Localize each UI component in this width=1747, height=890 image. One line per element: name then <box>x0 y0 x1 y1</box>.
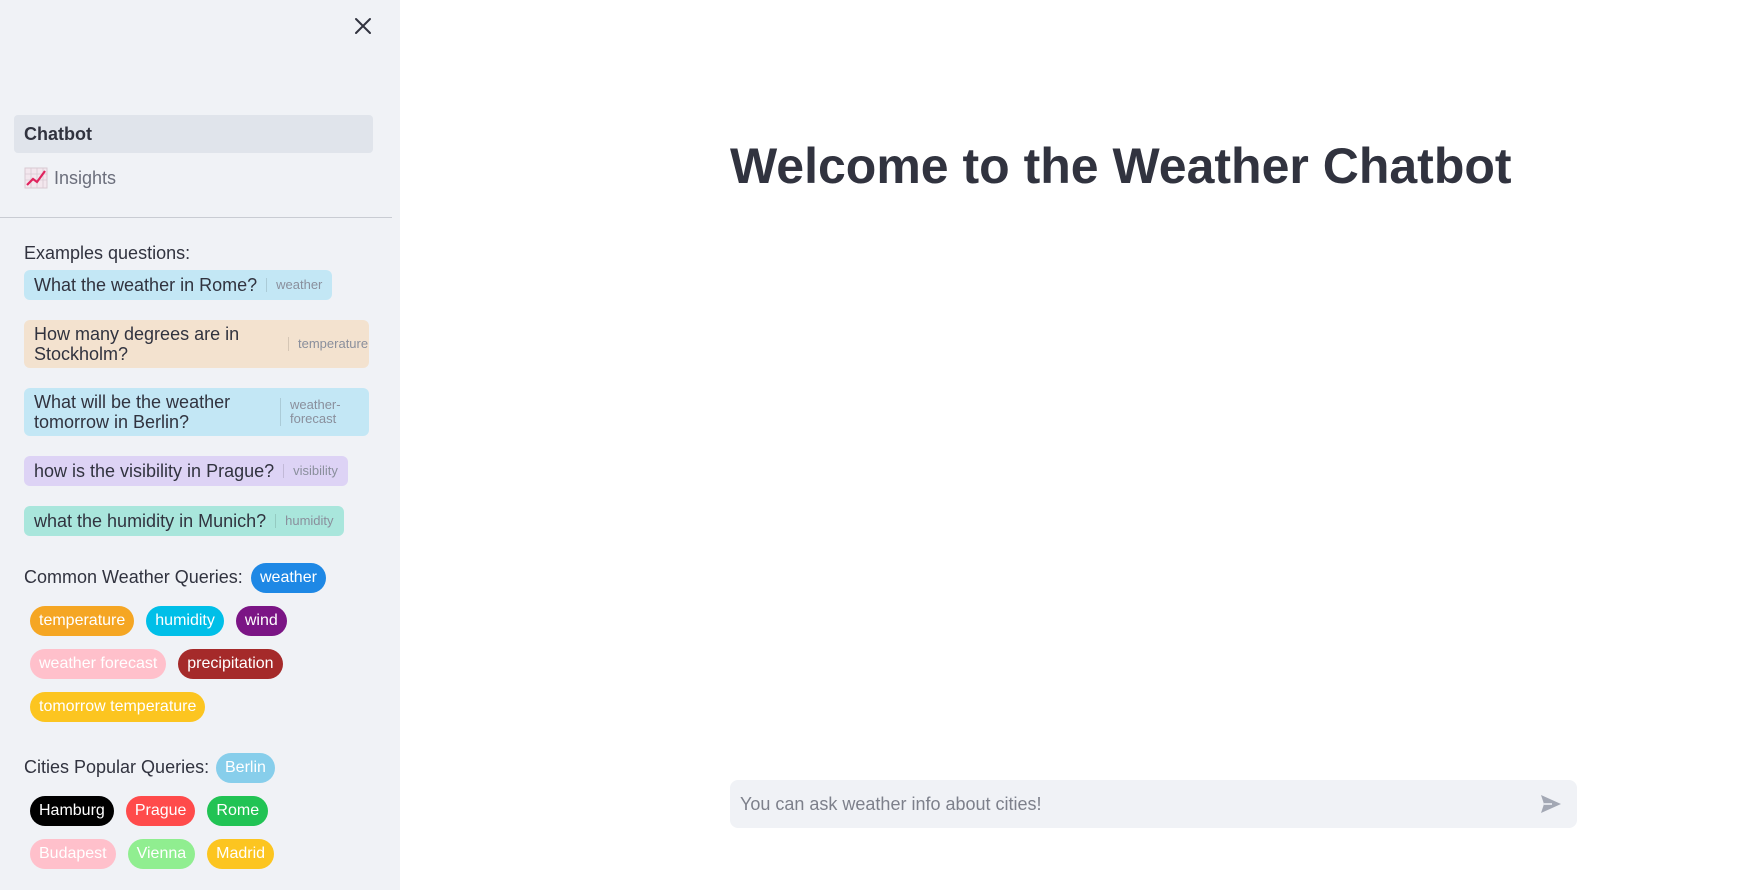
close-icon <box>355 18 371 34</box>
tag-madrid[interactable]: Madrid <box>207 839 275 869</box>
nav-item-chatbot[interactable]: Chatbot <box>14 115 373 153</box>
nav-item-insights[interactable]: Insights <box>14 159 373 197</box>
example-question-tag: visibility <box>283 464 338 478</box>
example-question-chip[interactable]: How many degrees are in Stockholm? tempe… <box>24 320 369 368</box>
city-tags-row: Budapest Vienna Madrid <box>30 839 275 869</box>
weather-queries-label: Common Weather Queries: <box>24 567 243 587</box>
tag-hamburg[interactable]: Hamburg <box>30 796 114 826</box>
example-question-text: How many degrees are in Stockholm? <box>34 324 240 364</box>
weather-tags-row: tomorrow temperature <box>30 692 206 722</box>
examples-label: Examples questions: <box>24 243 191 263</box>
tag-weather[interactable]: weather <box>251 563 326 593</box>
tag-wind[interactable]: wind <box>235 606 287 636</box>
example-question-text: What the weather in Rome? <box>34 275 258 295</box>
tag-berlin[interactable]: Berlin <box>216 753 275 783</box>
city-tags-row: Hamburg Prague Rome <box>30 796 269 826</box>
send-button[interactable] <box>1537 790 1565 818</box>
send-icon <box>1541 795 1561 813</box>
tag-temperature[interactable]: temperature <box>30 606 135 636</box>
tag-precipitation[interactable]: precipitation <box>178 649 283 679</box>
tag-humidity[interactable]: humidity <box>146 606 224 636</box>
tag-weather-forecast[interactable]: weather forecast <box>30 649 167 679</box>
chat-input-container <box>730 780 1577 828</box>
sidebar-divider <box>0 217 392 218</box>
tag-budapest[interactable]: Budapest <box>30 839 116 869</box>
weather-tags-row: temperature humidity wind <box>30 606 287 636</box>
page-title: Welcome to the Weather Chatbot <box>730 138 1512 194</box>
cities-queries-label: Cities Popular Queries: <box>24 757 210 777</box>
sidebar-nav: Chatbot Insights <box>14 115 373 203</box>
example-question-text: how is the visibility in Prague? <box>34 461 275 481</box>
nav-item-label: Insights <box>54 167 117 188</box>
tag-prague[interactable]: Prague <box>125 796 196 826</box>
example-question-text: What will be the weather tomorrow in Ber… <box>34 392 231 432</box>
example-question-chip[interactable]: What will be the weather tomorrow in Ber… <box>24 388 369 436</box>
example-question-chip[interactable]: what the humidity in Munich? humidity <box>24 506 344 536</box>
close-sidebar-button[interactable] <box>351 14 375 38</box>
example-question-chip[interactable]: how is the visibility in Prague? visibil… <box>24 456 348 486</box>
example-question-text: what the humidity in Munich? <box>34 511 267 531</box>
sidebar: Chatbot Insights Examples questions: Wha… <box>0 0 400 890</box>
nav-item-label: Chatbot <box>24 123 92 144</box>
weather-tags-row: weather forecast precipitation <box>30 649 283 679</box>
example-question-chip[interactable]: What the weather in Rome? weather <box>24 270 333 300</box>
example-question-tag: weather <box>266 278 322 292</box>
examples-list: What the weather in Rome? weather How ma… <box>24 270 369 556</box>
tag-rome[interactable]: Rome <box>207 796 269 826</box>
example-question-tag: weather-forecast <box>280 398 358 426</box>
example-question-tag: temperature <box>288 337 368 351</box>
tag-tomorrow-temperature[interactable]: tomorrow temperature <box>30 692 206 722</box>
chart-increasing-icon <box>24 167 48 189</box>
example-question-tag: humidity <box>275 514 334 528</box>
chat-input[interactable] <box>740 793 1537 815</box>
tag-vienna[interactable]: Vienna <box>127 839 196 869</box>
